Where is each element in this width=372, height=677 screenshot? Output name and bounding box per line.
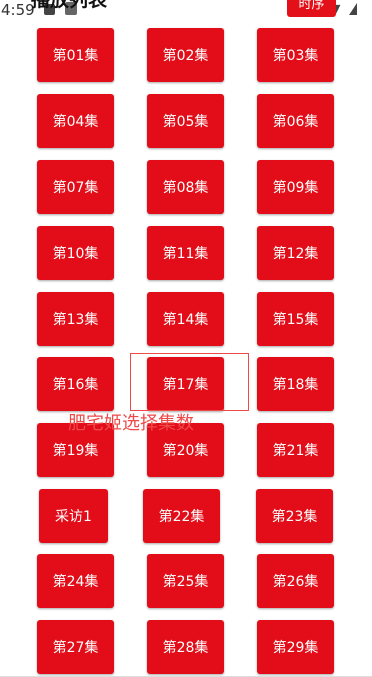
sort-button[interactable]: 时序 [287,0,336,17]
episode-button[interactable]: 第09集 [257,160,334,214]
status-time: 4:59 [1,1,35,19]
signal-icon [349,3,357,15]
episode-button[interactable]: 第08集 [147,160,224,214]
episode-button[interactable]: 第16集 [37,357,114,411]
episode-button[interactable]: 第15集 [257,292,334,346]
episode-button[interactable]: 第11集 [147,226,224,280]
episode-button[interactable]: 采访1 [39,489,108,543]
episode-button[interactable]: 第04集 [37,94,114,148]
episode-button[interactable]: 第12集 [257,226,334,280]
episode-button[interactable]: 第01集 [37,28,114,82]
episode-button[interactable]: 第24集 [37,554,114,608]
episode-button[interactable]: 第03集 [257,28,334,82]
episode-button[interactable]: 第10集 [37,226,114,280]
episode-button[interactable]: 第02集 [147,28,224,82]
episode-button[interactable]: 第07集 [37,160,114,214]
focus-highlight [130,353,249,411]
episode-button[interactable]: 第05集 [147,94,224,148]
episode-button[interactable]: 第13集 [37,292,114,346]
page-title: 播放列表 [31,0,108,11]
episode-button[interactable]: 第23集 [256,489,333,543]
episode-button[interactable]: 第18集 [257,357,334,411]
episode-button[interactable]: 第14集 [147,292,224,346]
episode-button[interactable]: 第06集 [257,94,334,148]
episode-button[interactable]: 第26集 [257,554,334,608]
episode-button[interactable]: 第22集 [143,489,220,543]
episode-button[interactable]: 第21集 [257,423,334,477]
episode-button[interactable]: 第25集 [147,554,224,608]
episode-button[interactable]: 第29集 [257,620,334,674]
episode-button[interactable]: 第28集 [147,620,224,674]
episode-button[interactable]: 第27集 [37,620,114,674]
hint-label: 肥宅姬选择集数 [68,413,194,434]
